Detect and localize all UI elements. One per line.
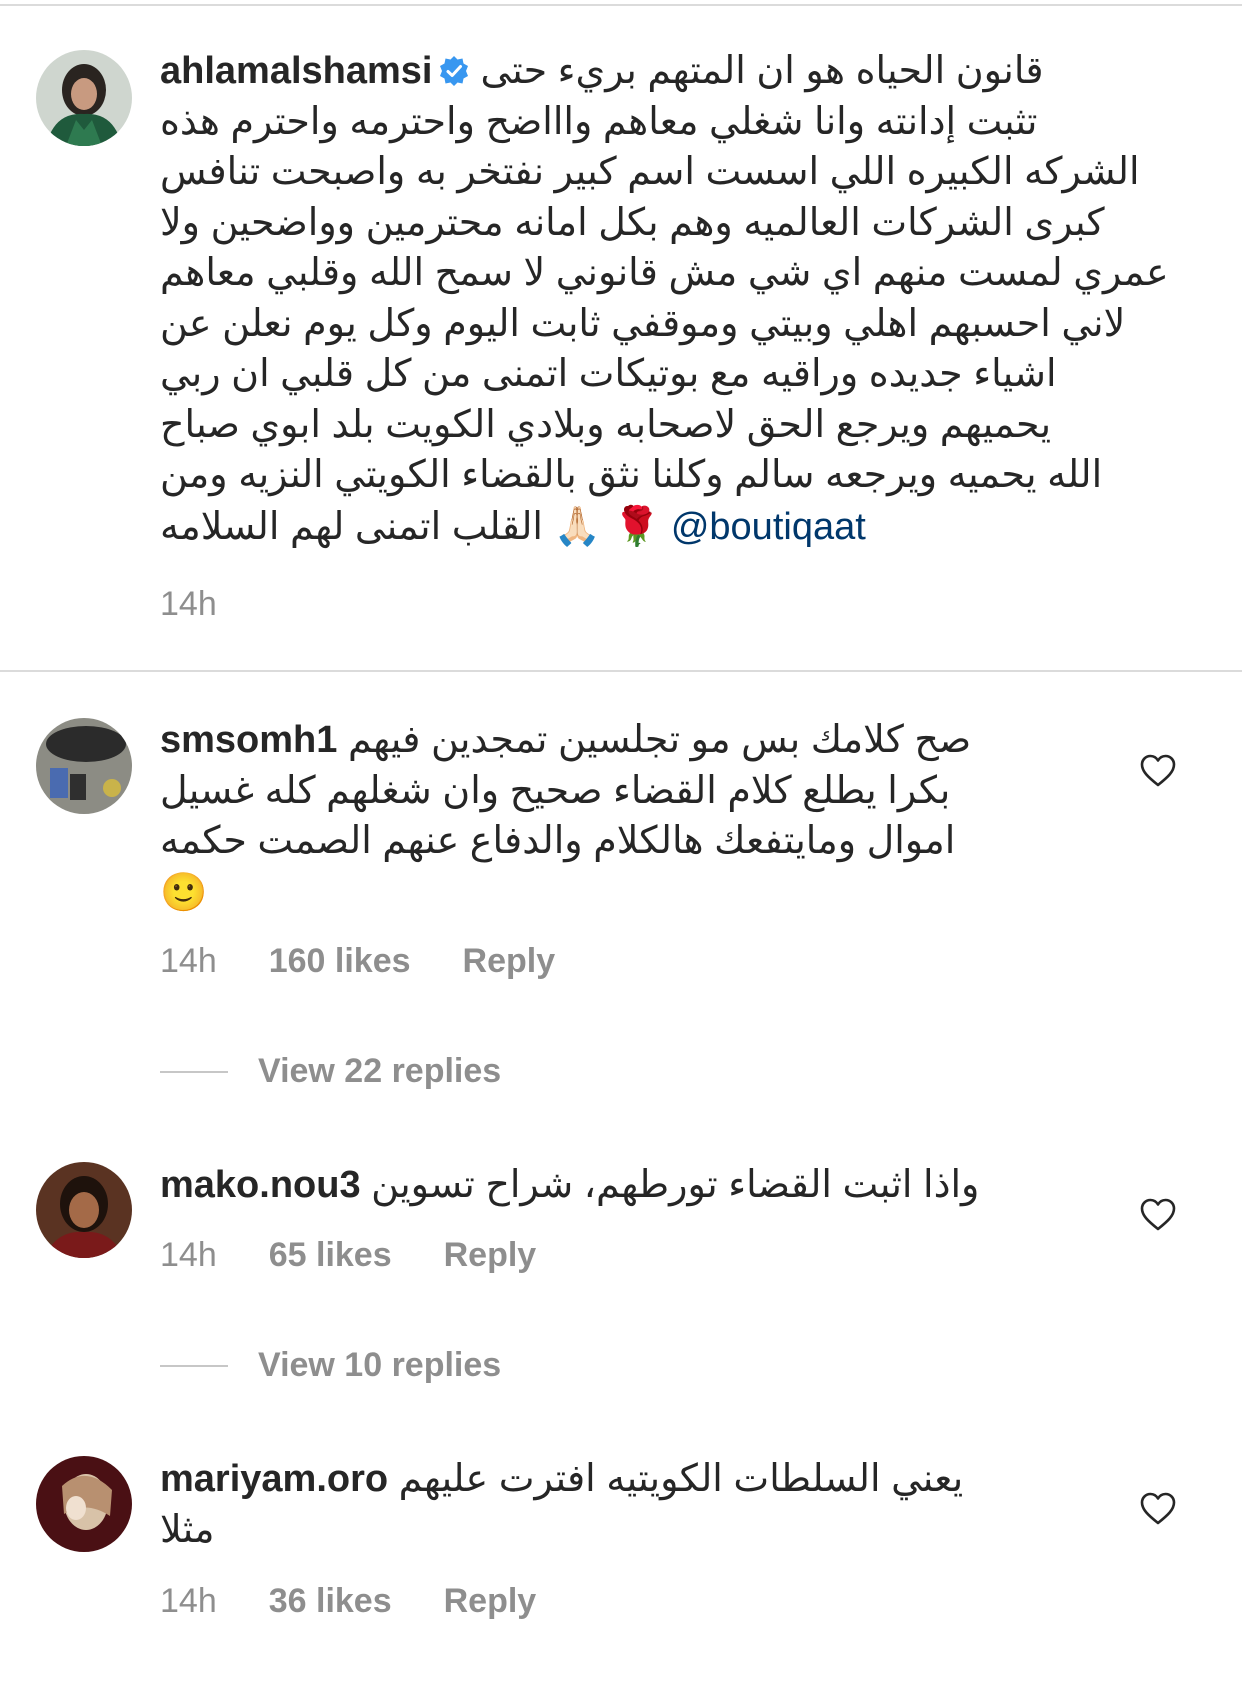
replies-rule bbox=[160, 1364, 228, 1367]
mention-link[interactable]: @boutiqaat bbox=[671, 506, 866, 548]
verified-badge-icon bbox=[438, 55, 470, 87]
pray-rose-emoji: 🙏🏻 🌹 bbox=[553, 503, 661, 548]
comment-avatar[interactable] bbox=[36, 718, 132, 814]
comment-timestamp: 14h bbox=[160, 1236, 217, 1274]
caption-line: قانون الحياه هو ان المتهم بريء حتى bbox=[480, 50, 1044, 92]
caption-line: تثبت إدانته وانا شغلي معاهم واااضح واحتر… bbox=[160, 100, 1038, 143]
post-meta: 14h bbox=[160, 585, 217, 624]
post-caption: ahlamalshamsi قانون الحياه هو ان المتهم ب… bbox=[160, 46, 1200, 552]
comment-text: مثلا bbox=[160, 1508, 215, 1551]
view-replies-button[interactable]: View 10 replies bbox=[160, 1346, 501, 1385]
heart-outline-icon[interactable] bbox=[1140, 1198, 1176, 1232]
comment-text: واذا اثبت القضاء تورطهم، شراح تسوين bbox=[371, 1164, 980, 1206]
reply-button[interactable]: Reply bbox=[444, 1236, 537, 1275]
post-username[interactable]: ahlamalshamsi bbox=[160, 50, 432, 92]
reply-button[interactable]: Reply bbox=[444, 1582, 537, 1621]
caption-line: يحميهم ويرجع الحق لاصحابه وبلادي الكويت … bbox=[160, 403, 1052, 446]
comment: mariyam.oro يعني السلطات الكويتيه افترت … bbox=[160, 1454, 1200, 1555]
caption-line: لاني احسبهم اهلي وبيتي وموقفي ثابت اليوم… bbox=[160, 302, 1126, 345]
likes-count[interactable]: 36 likes bbox=[269, 1582, 392, 1621]
comment-meta: 14h 65 likes Reply bbox=[160, 1236, 536, 1275]
likes-count[interactable]: 160 likes bbox=[269, 942, 411, 981]
caption-line: الشركه الكبيره اللي اسست اسم كبير نفتخر … bbox=[160, 151, 1140, 193]
caption-line: القلب اتمنى لهم السلامه bbox=[160, 505, 543, 548]
caption-line: كبرى الشركات العالميه وهم بكل امانه محتر… bbox=[160, 201, 1105, 244]
comment-username[interactable]: mariyam.oro bbox=[160, 1458, 388, 1500]
view-replies-button[interactable]: View 22 replies bbox=[160, 1052, 501, 1091]
comment-avatar[interactable] bbox=[36, 1456, 132, 1552]
heart-outline-icon[interactable] bbox=[1140, 754, 1176, 788]
section-divider bbox=[0, 670, 1242, 672]
comment-meta: 14h 160 likes Reply bbox=[160, 942, 555, 981]
reply-button[interactable]: Reply bbox=[463, 942, 556, 981]
caption-line: الله يحميه ويرجعه سالم وكلنا نثق بالقضاء… bbox=[160, 454, 1103, 496]
comment-text: صح كلامك بس مو تجلسين تمجدين فيهم bbox=[347, 719, 972, 761]
top-divider bbox=[0, 4, 1242, 6]
post-author-avatar[interactable] bbox=[36, 50, 132, 146]
caption-line: اشياء جديده وراقيه مع بوتيكات اتمنى من ك… bbox=[160, 353, 1057, 395]
comment-meta: 14h 36 likes Reply bbox=[160, 1582, 536, 1621]
likes-count[interactable]: 65 likes bbox=[269, 1236, 392, 1275]
comment-avatar[interactable] bbox=[36, 1162, 132, 1258]
view-replies-label: View 10 replies bbox=[258, 1346, 502, 1384]
comment-timestamp: 14h bbox=[160, 1582, 217, 1620]
comment-text: اموال ومايتفعك هالكلام والدفاع عنهم الصم… bbox=[160, 820, 956, 862]
comment-text: يعني السلطات الكويتيه افترت عليهم bbox=[398, 1458, 964, 1500]
replies-rule bbox=[160, 1070, 228, 1073]
comment-timestamp: 14h bbox=[160, 942, 217, 980]
caption-line: عمري لمست منهم اي شي مش قانوني لا سمح ال… bbox=[160, 252, 1169, 294]
comment-username[interactable]: mako.nou3 bbox=[160, 1164, 361, 1206]
comment: mako.nou3 واذا اثبت القضاء تورطهم، شراح … bbox=[160, 1160, 1200, 1211]
post-timestamp: 14h bbox=[160, 585, 217, 623]
comment: smsomh1 صح كلامك بس مو تجلسين تمجدين فيه… bbox=[160, 715, 1200, 918]
view-replies-label: View 22 replies bbox=[258, 1052, 502, 1090]
comment-text: بكرا يطلع كلام القضاء صحيح وان شغلهم كله… bbox=[160, 769, 951, 812]
heart-outline-icon[interactable] bbox=[1140, 1492, 1176, 1526]
smile-emoji: 🙂 bbox=[160, 869, 208, 914]
comment-username[interactable]: smsomh1 bbox=[160, 719, 337, 761]
